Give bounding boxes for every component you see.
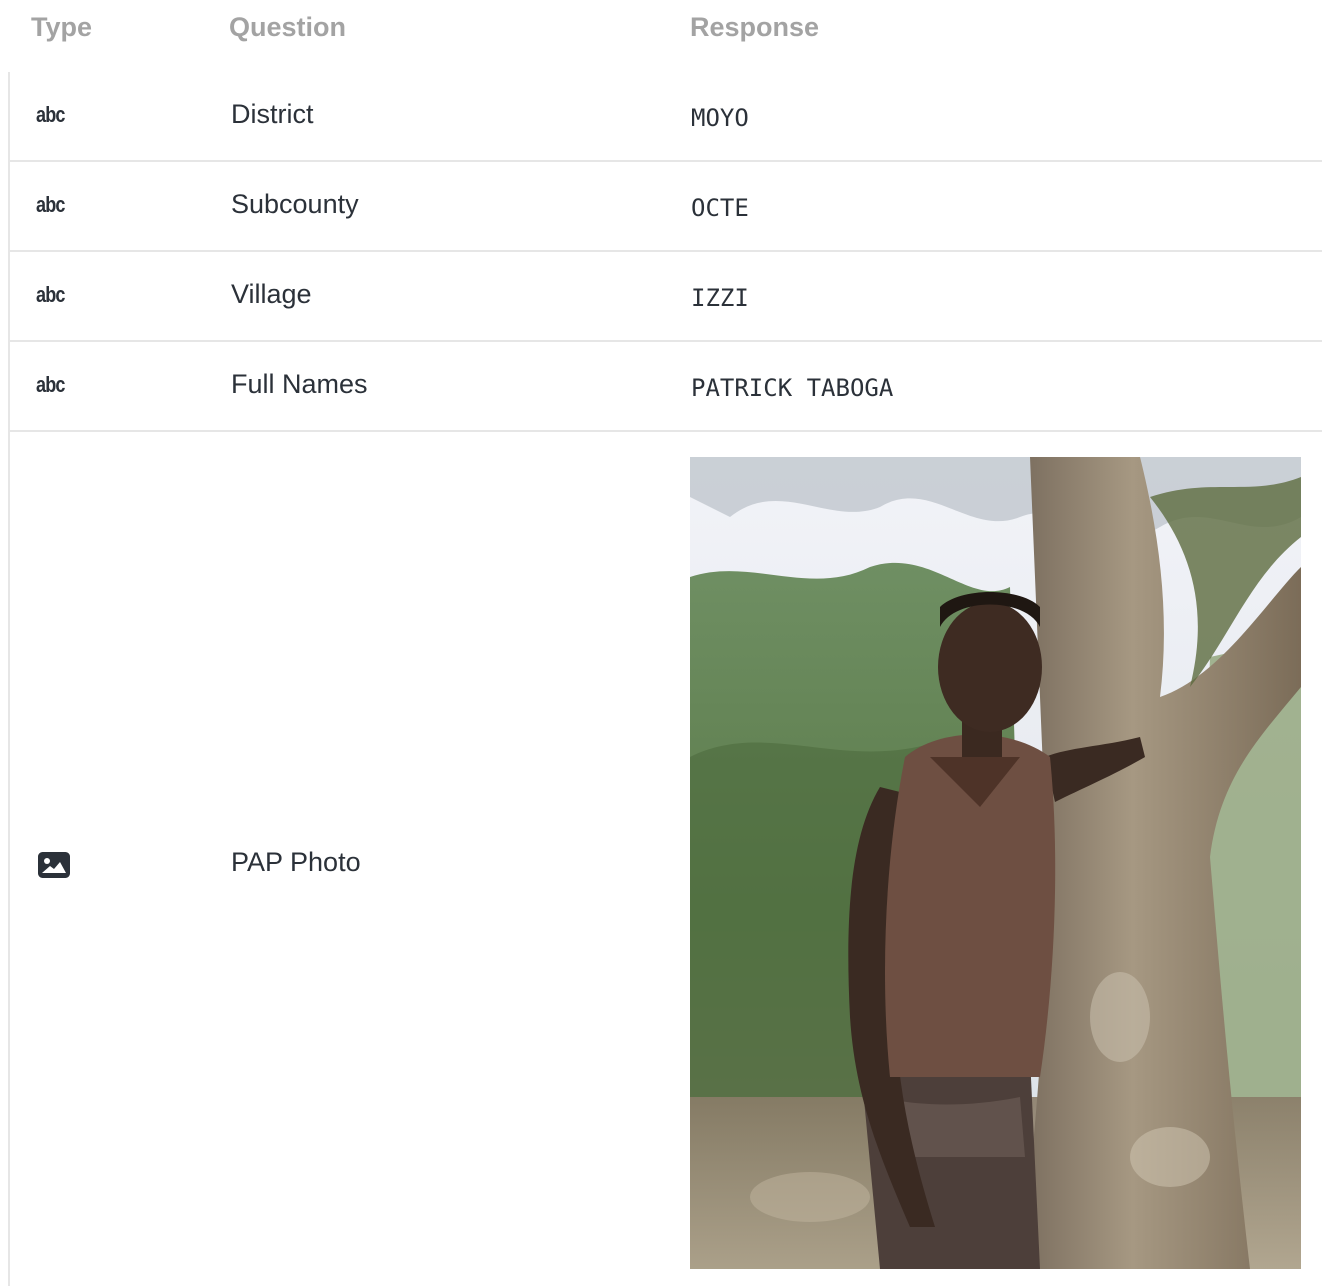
question-label: District — [231, 99, 314, 129]
question-column-header: Question — [229, 12, 347, 42]
table-row: abc Subcounty OCTE — [10, 162, 1322, 252]
response-value: PATRICK TABOGA — [691, 374, 894, 402]
table-header: Type Question Response — [0, 0, 1322, 56]
abc-text-icon: abc — [36, 372, 65, 397]
question-label: Full Names — [231, 369, 368, 399]
abc-text-icon: abc — [36, 282, 65, 307]
abc-text-icon: abc — [36, 192, 65, 217]
question-label: Village — [231, 279, 312, 309]
table-body: abc District MOYO abc Subcounty OCTE abc… — [8, 72, 1322, 1286]
response-value: IZZI — [691, 284, 749, 312]
table-row: abc District MOYO — [10, 72, 1322, 162]
response-table: Type Question Response abc District MOYO… — [0, 0, 1322, 1286]
response-value: MOYO — [691, 104, 749, 132]
question-label: Subcounty — [231, 189, 359, 219]
table-row: abc Village IZZI — [10, 252, 1322, 342]
type-column-header: Type — [31, 12, 93, 42]
question-label: PAP Photo — [231, 847, 361, 877]
pap-photo[interactable] — [690, 457, 1301, 1269]
table-row: abc Full Names PATRICK TABOGA — [10, 342, 1322, 432]
table-row: PAP Photo — [10, 432, 1322, 1286]
image-icon — [38, 852, 70, 878]
response-value: OCTE — [691, 194, 749, 222]
abc-text-icon: abc — [36, 102, 65, 127]
response-column-header: Response — [690, 12, 820, 42]
photo-image — [690, 457, 1301, 1269]
